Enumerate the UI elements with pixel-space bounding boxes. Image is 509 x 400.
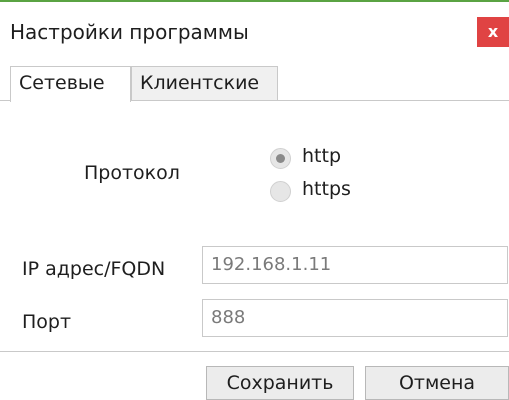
save-button[interactable]: Сохранить xyxy=(206,366,354,400)
title-accent-line xyxy=(0,0,509,2)
close-button[interactable]: x xyxy=(477,17,509,47)
port-label: Порт xyxy=(22,311,72,333)
protocol-label: Протокол xyxy=(84,162,180,184)
tab-clients-label: Клиентские xyxy=(140,72,260,94)
close-icon: x xyxy=(487,22,499,41)
window-title: Настройки программы xyxy=(10,20,249,44)
ip-address-input[interactable]: 192.168.1.11 xyxy=(202,246,508,284)
radio-http-label[interactable]: http xyxy=(302,145,341,167)
radio-https[interactable] xyxy=(270,181,291,202)
radio-http[interactable] xyxy=(270,148,291,169)
tab-network-label: Сетевые xyxy=(19,72,105,94)
ip-label: IP адрес/FQDN xyxy=(22,258,166,280)
port-input[interactable]: 888 xyxy=(202,299,508,337)
tab-clients[interactable]: Клиентские xyxy=(131,66,278,101)
radio-selected-dot xyxy=(276,154,285,163)
radio-https-label[interactable]: https xyxy=(302,178,351,200)
cancel-button[interactable]: Отмена xyxy=(365,366,509,400)
tab-network[interactable]: Сетевые xyxy=(10,66,131,102)
